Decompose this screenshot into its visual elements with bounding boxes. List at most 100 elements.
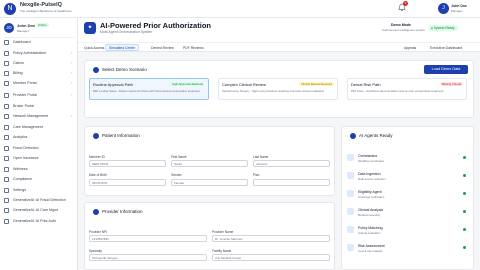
agent-item[interactable]: Orchestrator Workflow coordinator bbox=[347, 151, 472, 165]
sidebar-item-provider-portal[interactable]: Provider Portal › bbox=[4, 92, 76, 100]
chevron-right-icon: › bbox=[70, 80, 72, 85]
sidebar-item-billing[interactable]: Billing › bbox=[4, 70, 76, 78]
agent-description: Multi-source collection bbox=[358, 177, 386, 181]
user-name: John Doe bbox=[451, 4, 467, 8]
target-icon bbox=[93, 67, 99, 73]
sidebar-item-policy-administration[interactable]: Policy Administration › bbox=[4, 50, 76, 58]
sidebar-item-wellness[interactable]: Wellness bbox=[4, 166, 76, 174]
provider-name-label: Provider Name bbox=[212, 230, 234, 234]
sidebar-item-care-management[interactable]: Care Management bbox=[4, 124, 76, 132]
sidebar-item-analytics[interactable]: Analytics bbox=[4, 134, 76, 142]
last-name-field[interactable]: Johnson bbox=[253, 160, 330, 167]
sparkle-icon: ✦ bbox=[84, 22, 96, 34]
specialty-label: Specialty bbox=[89, 249, 102, 253]
scenario-routine-approval[interactable]: Routine Approval Path High Approval Like… bbox=[89, 78, 209, 100]
agent-name: Clinical Analysis bbox=[358, 208, 384, 212]
agent-icon bbox=[347, 208, 354, 215]
provider-info-heading: Provider Information bbox=[93, 209, 143, 215]
sidebar-item-broker-portal[interactable]: Broker Portal bbox=[4, 103, 76, 111]
sidebar-item-settings[interactable]: Settings bbox=[4, 187, 76, 195]
agent-item[interactable]: Risk Assessment Cost & risk analysis bbox=[347, 241, 472, 255]
tab-appeals[interactable]: Appeals bbox=[400, 44, 420, 51]
sidebar: JD John Doe Online Manager Dashboard Poli… bbox=[0, 18, 78, 270]
scenario-description: MRI Lumbar Spine - Patient meets all cri… bbox=[93, 89, 200, 93]
ai-fraud-icon bbox=[4, 198, 9, 203]
sidebar-item-member-portal[interactable]: Member Portal › bbox=[4, 80, 76, 88]
tab-bar: Quick Access Simulated Center Denied Rev… bbox=[78, 42, 480, 52]
dob-field[interactable]: 05/15/1978 bbox=[89, 179, 166, 186]
sidebar-item-label: GenerativeAI: AI Fraud Detection bbox=[13, 198, 66, 202]
chevron-right-icon: › bbox=[70, 50, 72, 55]
gender-select[interactable]: Female bbox=[171, 179, 248, 186]
scenario-name: Routine Approval Path bbox=[93, 82, 133, 87]
agent-item[interactable]: Clinical Analysis Medical necessity bbox=[347, 205, 472, 219]
scenario-denial-risk[interactable]: Denial Risk Path Missing Criteria PET Sc… bbox=[347, 78, 467, 100]
chevron-right-icon: › bbox=[70, 92, 72, 97]
sidebar-item-generativeai-ai-prior-auth[interactable]: GenerativeAI: AI Prior Auth bbox=[4, 218, 76, 226]
sidebar-item-open-insurance[interactable]: Open Insurance bbox=[4, 155, 76, 163]
specialty-field[interactable]: Orthopedic Surgery bbox=[89, 254, 207, 261]
app-logo[interactable]: N bbox=[4, 3, 16, 15]
user-icon bbox=[93, 133, 99, 139]
agent-item[interactable]: Data Ingestion Multi-source collection bbox=[347, 169, 472, 183]
provider-information-card: Provider Information Provider NPI 123456… bbox=[84, 202, 335, 270]
agent-name: Eligibility Agent bbox=[358, 190, 382, 194]
dashboard-icon bbox=[4, 40, 9, 45]
agent-item[interactable]: Policy Matching Criteria evaluation bbox=[347, 223, 472, 237]
sidebar-user-name: John Doe bbox=[17, 23, 36, 28]
provider-icon bbox=[4, 93, 9, 98]
tab-denied-review[interactable]: Denied Review bbox=[147, 44, 178, 51]
scenario-complex-review[interactable]: Complex Clinical Review Clinical Review … bbox=[218, 78, 338, 100]
sidebar-item-generativeai-ai-care-mgmt[interactable]: GenerativeAI: AI Care Mgmt bbox=[4, 207, 76, 215]
tab-executive-dashboard[interactable]: Executive Dashboard bbox=[426, 44, 466, 51]
provider-npi-field[interactable]: 1234567890 bbox=[89, 235, 207, 242]
fraud-icon bbox=[4, 146, 9, 151]
agent-name: Data Ingestion bbox=[358, 172, 381, 176]
brand-name: Nexgile-PulseIQ bbox=[20, 2, 62, 8]
agent-description: Workflow coordinator bbox=[358, 159, 385, 163]
sidebar-item-label: Care Management bbox=[13, 125, 43, 129]
facility-name-field[interactable]: City Medical Center bbox=[212, 254, 330, 261]
demo-scenario-card: Select Demo Scenario Load Demo Data Rout… bbox=[84, 60, 474, 118]
analytics-icon bbox=[4, 135, 9, 140]
online-badge: Online bbox=[36, 23, 49, 27]
plan-select[interactable] bbox=[253, 179, 330, 186]
sidebar-item-compliance[interactable]: Compliance bbox=[4, 176, 76, 184]
open-insurance-icon bbox=[4, 156, 9, 161]
page-header: ✦ AI-Powered Prior Authorization Multi-A… bbox=[78, 18, 480, 42]
sidebar-item-network-management[interactable]: Network Management › bbox=[4, 113, 76, 121]
billing-icon bbox=[4, 71, 9, 76]
sidebar-item-label: Analytics bbox=[13, 135, 28, 139]
agent-item[interactable]: Eligibility Agent Coverage verification bbox=[347, 187, 472, 201]
sidebar-item-claims[interactable]: Claims › bbox=[4, 60, 76, 68]
gender-label: Gender bbox=[171, 173, 182, 177]
sidebar-item-label: Claims bbox=[13, 61, 24, 65]
patient-information-card: Patient Information Member ID MEM-78234 … bbox=[84, 126, 335, 196]
status-dot bbox=[463, 192, 466, 195]
sidebar-item-dashboard[interactable]: Dashboard bbox=[4, 39, 76, 47]
sidebar-item-fraud-detection[interactable]: Fraud Detection bbox=[4, 145, 76, 153]
care-icon bbox=[4, 125, 9, 130]
load-demo-data-button[interactable]: Load Demo Data bbox=[424, 65, 468, 74]
sidebar-user: JD John Doe Online Manager bbox=[4, 20, 74, 38]
agent-icon bbox=[347, 244, 354, 251]
scenario-name: Denial Risk Path bbox=[351, 82, 381, 87]
provider-name-field[interactable]: Dr. Jennifer Martinez bbox=[212, 235, 330, 242]
agent-name: Risk Assessment bbox=[358, 244, 385, 248]
agent-icon bbox=[347, 172, 354, 179]
tab-pdf-reviews[interactable]: PDF Reviews bbox=[179, 44, 208, 51]
agent-icon bbox=[347, 226, 354, 233]
page-title: AI-Powered Prior Authorization bbox=[100, 21, 211, 30]
robot-icon bbox=[350, 133, 356, 139]
notification-count-badge: 3 bbox=[403, 1, 408, 6]
sidebar-item-label: Member Portal bbox=[13, 81, 37, 85]
first-name-field[interactable]: Sarah bbox=[171, 160, 248, 167]
status-dot bbox=[463, 210, 466, 213]
sidebar-item-generativeai-ai-fraud-detection[interactable]: GenerativeAI: AI Fraud Detection bbox=[4, 197, 76, 205]
user-avatar[interactable]: J bbox=[438, 3, 449, 14]
agent-icon bbox=[347, 154, 354, 161]
member-icon bbox=[4, 81, 9, 86]
member-id-field[interactable]: MEM-78234 bbox=[89, 160, 166, 167]
tab-simulated-center[interactable]: Simulated Center bbox=[105, 44, 140, 51]
sidebar-item-label: Broker Portal bbox=[13, 104, 34, 108]
